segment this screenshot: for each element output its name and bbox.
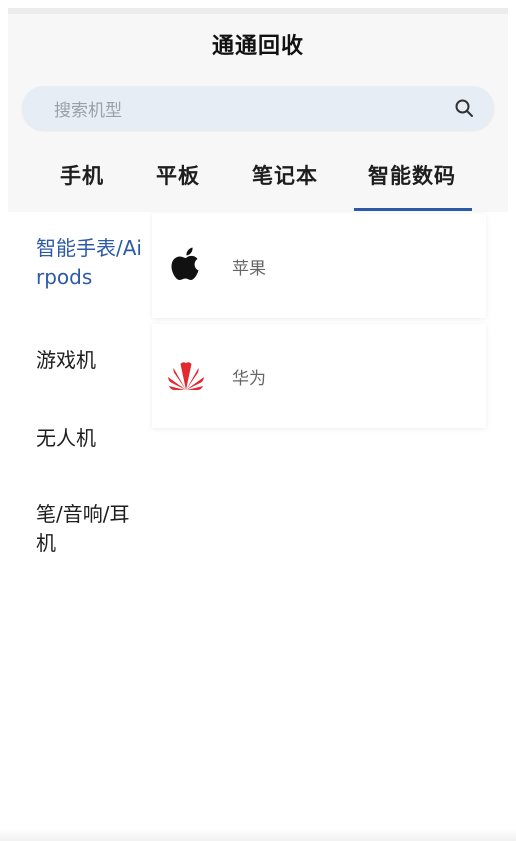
page-title: 通通回收 [211,34,304,59]
brand-name: 华为 [232,368,266,389]
apple-logo-icon [166,246,206,286]
tab-phone[interactable]: 手机 [60,160,104,190]
app-header: 通通回收 [8,14,508,74]
tab-smart-digital[interactable]: 智能数码 [368,160,456,190]
sidebar-item-drone[interactable]: 无人机 [36,424,148,453]
sidebar-item-smartwatch-airpods[interactable]: 智能手表/Airpods [36,234,148,292]
search-input[interactable]: 搜索机型 [22,86,494,130]
brand-name: 苹果 [232,258,266,279]
search-placeholder: 搜索机型 [54,100,122,121]
sidebar-item-pen-speaker-earphone[interactable]: 笔/音响/耳机 [36,500,148,558]
active-tab-indicator [354,208,472,211]
bottom-bar-edge [0,829,516,841]
brand-card-huawei[interactable]: 华为 [152,324,486,428]
tab-laptop[interactable]: 笔记本 [252,160,318,190]
sidebar-item-game-console[interactable]: 游戏机 [36,346,148,375]
subcategory-sidebar: 智能手表/Airpods 游戏机 无人机 笔/音响/耳机 [8,212,152,812]
category-tabs: 手机 平板 笔记本 智能数码 [8,142,508,212]
search-icon[interactable] [454,98,474,118]
search-area: 搜索机型 [8,74,508,142]
brand-card-apple[interactable]: 苹果 [152,214,486,318]
tab-tablet[interactable]: 平板 [156,160,200,190]
huawei-logo-icon [166,356,206,396]
